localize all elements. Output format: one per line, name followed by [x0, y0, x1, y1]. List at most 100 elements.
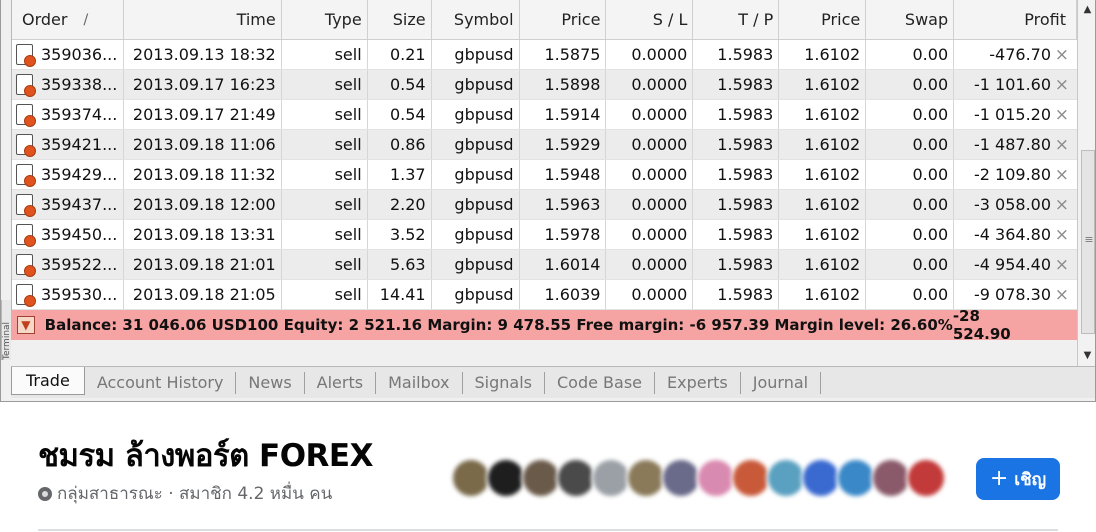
- tab-signals[interactable]: Signals: [463, 371, 545, 394]
- order-profit: -1 015.20: [974, 105, 1052, 124]
- tab-journal[interactable]: Journal: [741, 371, 822, 394]
- order-cell: 359036...: [12, 40, 124, 69]
- table-row[interactable]: 359374... 2013.09.17 21:49 sell 0.54 gbpusd 1…: [12, 100, 1077, 130]
- close-order-icon[interactable]: ×: [1055, 250, 1069, 279]
- scroll-thumb[interactable]: ≡: [1081, 150, 1095, 334]
- close-order-icon[interactable]: ×: [1055, 190, 1069, 219]
- scroll-down-icon[interactable]: ▼: [1078, 346, 1095, 364]
- col-swap-header[interactable]: Swap: [866, 0, 955, 39]
- col-symbol-header[interactable]: Symbol: [432, 0, 520, 39]
- close-order-icon[interactable]: ×: [1055, 220, 1069, 249]
- avatar[interactable]: [591, 458, 631, 498]
- avatar[interactable]: [451, 458, 491, 498]
- order-profit: -2 109.80: [974, 165, 1052, 184]
- avatar[interactable]: [871, 458, 911, 498]
- avatar[interactable]: [556, 458, 596, 498]
- tab-account-history[interactable]: Account History: [85, 371, 237, 394]
- close-order-icon[interactable]: ×: [1055, 130, 1069, 159]
- order-type: sell: [282, 40, 368, 69]
- order-size: 0.54: [368, 100, 432, 129]
- tab-trade[interactable]: Trade: [11, 366, 85, 395]
- order-type: sell: [282, 280, 368, 309]
- table-row[interactable]: 359522... 2013.09.18 21:01 sell 5.63 gbpusd 1…: [12, 250, 1077, 280]
- avatar[interactable]: [626, 458, 666, 498]
- col-size-header[interactable]: Size: [368, 0, 432, 39]
- avatar[interactable]: [801, 458, 841, 498]
- order-stop-loss: 0.0000: [606, 160, 694, 189]
- close-order-icon[interactable]: ×: [1055, 280, 1069, 309]
- table-row[interactable]: 359338... 2013.09.17 16:23 sell 0.54 gbpusd 1…: [12, 70, 1077, 100]
- avatar[interactable]: [486, 458, 526, 498]
- order-type: sell: [282, 250, 368, 279]
- sell-order-icon: [16, 254, 36, 277]
- close-order-icon[interactable]: ×: [1055, 40, 1069, 69]
- col-price-header[interactable]: Price: [520, 0, 607, 39]
- order-type: sell: [282, 100, 368, 129]
- col-profit-header[interactable]: Profit: [954, 0, 1078, 39]
- tab-news[interactable]: News: [236, 371, 305, 394]
- order-time: 2013.09.18 21:05: [124, 280, 282, 309]
- order-open-price: 1.5929: [520, 130, 607, 159]
- order-id: 359437...: [41, 195, 118, 214]
- order-type: sell: [282, 130, 368, 159]
- close-order-icon[interactable]: ×: [1055, 160, 1069, 189]
- vertical-scrollbar[interactable]: ▲ ≡ ▼: [1077, 0, 1095, 366]
- avatar[interactable]: [731, 458, 771, 498]
- profit-cell: -4 364.80 ×: [954, 220, 1077, 249]
- order-take-profit: 1.5983: [693, 280, 780, 309]
- order-stop-loss: 0.0000: [606, 130, 694, 159]
- col-tp-header[interactable]: T / P: [693, 0, 780, 39]
- sell-order-icon: [16, 44, 36, 67]
- globe-icon: [38, 486, 52, 501]
- member-avatars[interactable]: [451, 458, 946, 502]
- order-type: sell: [282, 220, 368, 249]
- group-title[interactable]: ชมรม ล้างพอร์ต FOREX: [38, 430, 374, 480]
- order-cell: 359450...: [12, 220, 124, 249]
- tab-code-base[interactable]: Code Base: [545, 371, 655, 394]
- balance-summary-text: Balance: 31 046.06 USD100 Equity: 2 521.…: [44, 316, 953, 334]
- tab-mailbox[interactable]: Mailbox: [376, 371, 463, 394]
- order-stop-loss: 0.0000: [606, 100, 694, 129]
- scroll-grip-icon: ≡: [1084, 233, 1094, 246]
- table-row[interactable]: 359437... 2013.09.18 12:00 sell 2.20 gbpusd 1…: [12, 190, 1077, 220]
- avatar[interactable]: [521, 458, 561, 498]
- order-swap: 0.00: [866, 100, 955, 129]
- avatar[interactable]: [836, 458, 876, 498]
- group-privacy-members: กลุ่มสาธารณะ · สมาชิก 4.2 หมื่น คน: [57, 484, 333, 504]
- col-sl-header[interactable]: S / L: [606, 0, 694, 39]
- col-type-header[interactable]: Type: [282, 0, 368, 39]
- table-row[interactable]: 359036... 2013.09.13 18:32 sell 0.21 gbpusd 1…: [12, 40, 1077, 70]
- col-order-header[interactable]: Order /: [12, 0, 124, 39]
- col-current-price-header[interactable]: Price: [779, 0, 867, 39]
- order-profit: -3 058.00: [974, 195, 1052, 214]
- scroll-up-icon[interactable]: ▲: [1078, 0, 1095, 18]
- order-swap: 0.00: [866, 220, 955, 249]
- table-row[interactable]: 359530... 2013.09.18 21:05 sell 14.41 gbpusd…: [12, 280, 1077, 310]
- table-row[interactable]: 359429... 2013.09.18 11:32 sell 1.37 gbpusd 1…: [12, 160, 1077, 190]
- close-order-icon[interactable]: ×: [1055, 100, 1069, 129]
- avatar[interactable]: [696, 458, 736, 498]
- order-size: 5.63: [368, 250, 432, 279]
- order-size: 2.20: [368, 190, 432, 219]
- avatar[interactable]: [766, 458, 806, 498]
- invite-button[interactable]: + เชิญ: [976, 458, 1060, 500]
- balance-arrow-icon: ▼: [17, 316, 35, 334]
- close-order-icon[interactable]: ×: [1055, 70, 1069, 99]
- table-row[interactable]: 359450... 2013.09.18 13:31 sell 3.52 gbpusd 1…: [12, 220, 1077, 250]
- sell-order-icon: [16, 194, 36, 217]
- tab-alerts[interactable]: Alerts: [305, 371, 377, 394]
- order-profit: -1 487.80: [974, 135, 1052, 154]
- order-id: 359429...: [41, 165, 118, 184]
- avatar[interactable]: [661, 458, 701, 498]
- tab-experts[interactable]: Experts: [655, 371, 741, 394]
- plus-icon: +: [989, 466, 1009, 491]
- avatar[interactable]: [906, 458, 946, 498]
- table-row[interactable]: 359421... 2013.09.18 11:06 sell 0.86 gbpusd 1…: [12, 130, 1077, 160]
- balance-summary-row[interactable]: ▼ Balance: 31 046.06 USD100 Equity: 2 52…: [11, 307, 1077, 343]
- order-symbol: gbpusd: [432, 40, 520, 69]
- sort-indicator-icon: /: [83, 11, 89, 28]
- order-time: 2013.09.18 12:00: [124, 190, 282, 219]
- order-swap: 0.00: [866, 280, 955, 309]
- col-time-header[interactable]: Time: [124, 0, 282, 39]
- divider: [38, 529, 1058, 531]
